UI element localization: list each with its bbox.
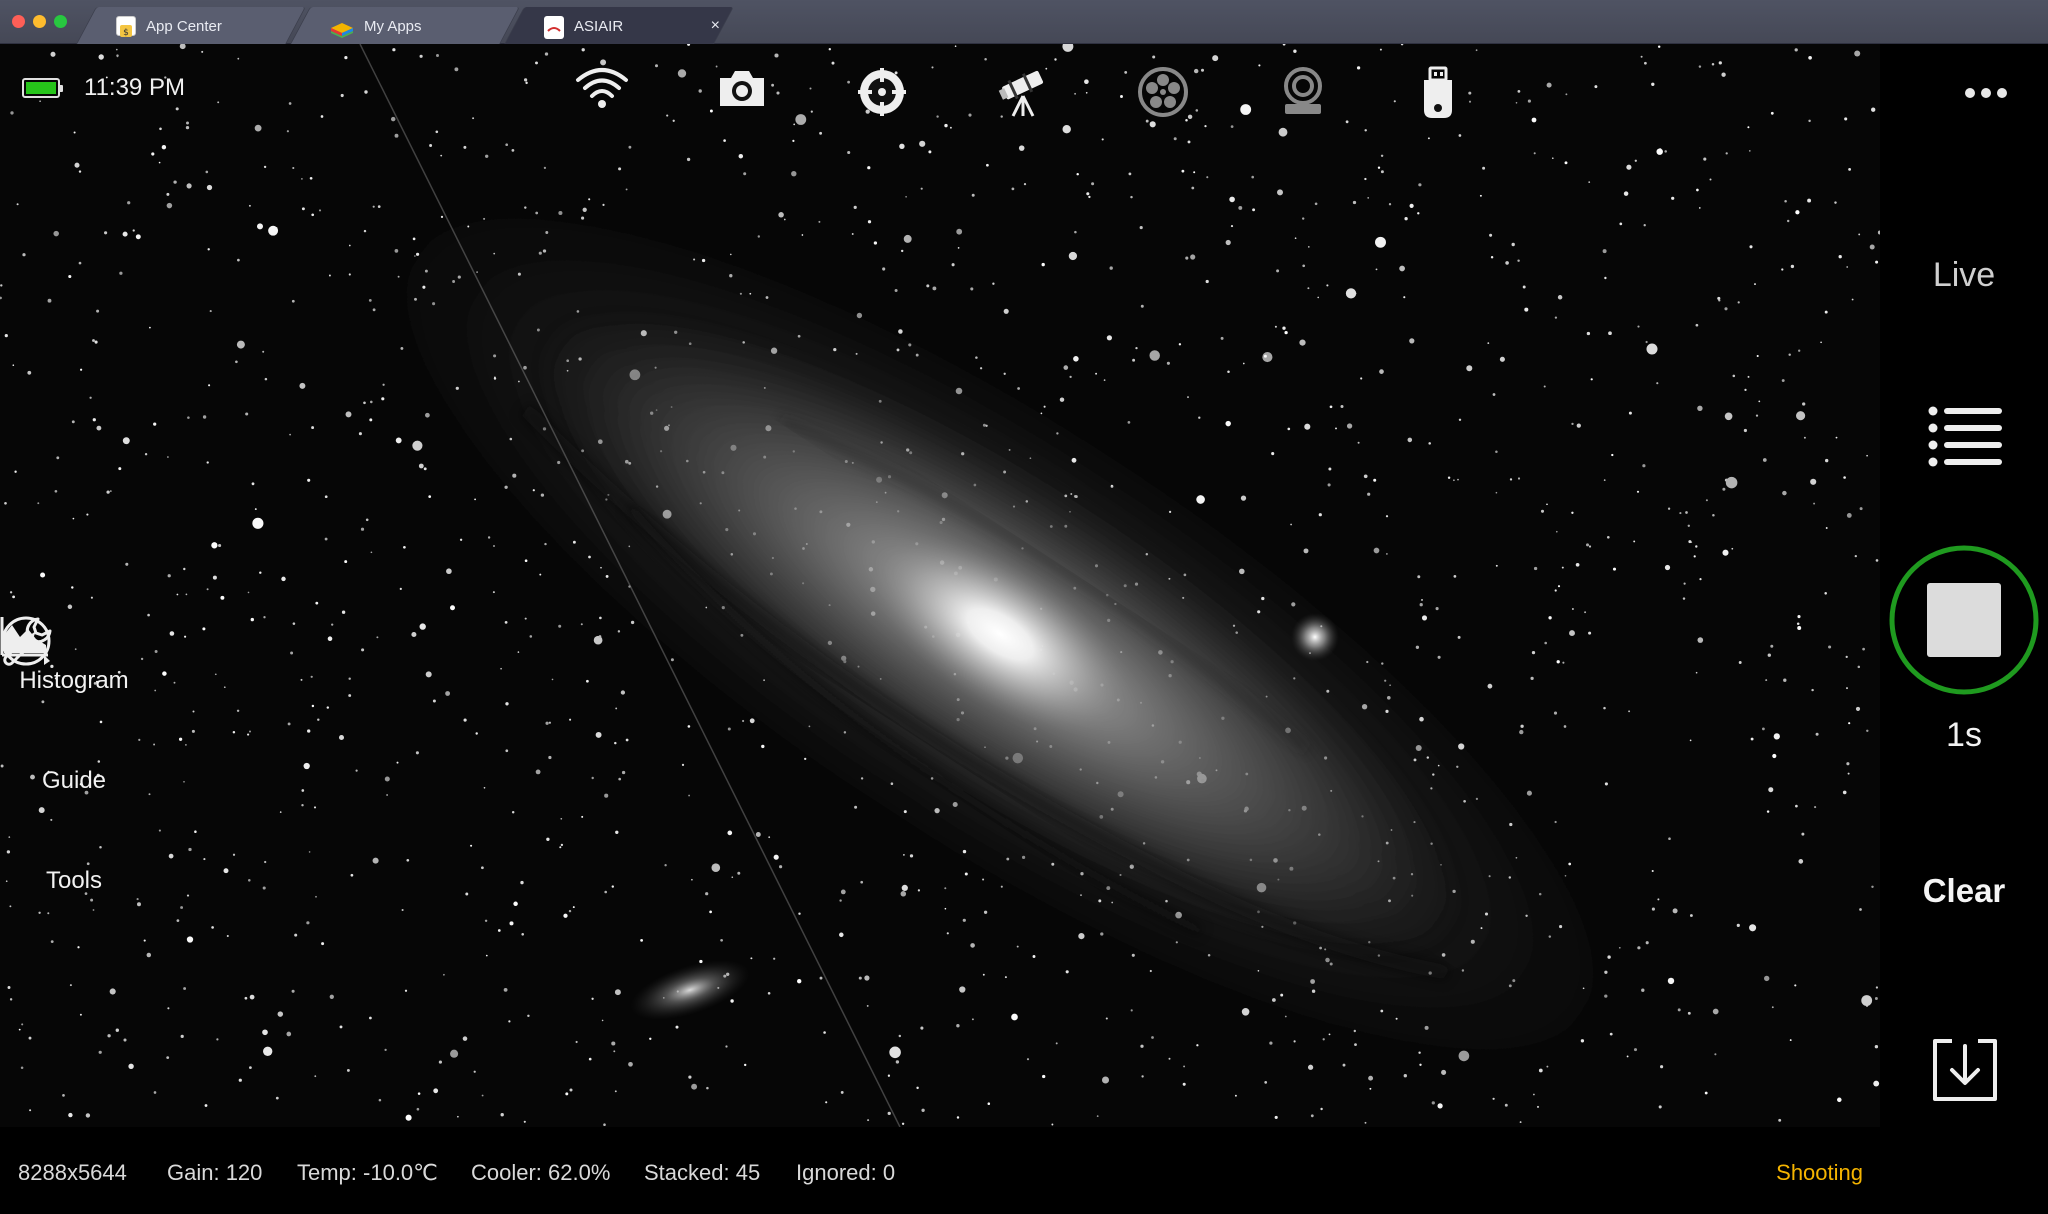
telescope-icon[interactable] (997, 66, 1053, 122)
cooler-value: Cooler: 62.0% (471, 1160, 611, 1185)
exposure-time[interactable]: 1s (1880, 716, 2048, 755)
left-toolbox: Histogram Guide Tools (0, 615, 148, 915)
stop-capture-button[interactable] (1889, 545, 2039, 695)
temperature-value: Temp: -10.0℃ (297, 1160, 438, 1185)
clock-time: 11:39 PM (84, 74, 185, 101)
histogram-label: Histogram (19, 667, 129, 694)
clear-button[interactable]: Clear (1880, 872, 2048, 910)
device-status: 11:39 PM (22, 74, 185, 102)
guide-button[interactable]: Guide (0, 616, 148, 795)
tools-label: Tools (45, 867, 103, 894)
image-preview[interactable]: 11:39 PM Histogram Guide Tools (0, 44, 1880, 1127)
battery-level (26, 82, 56, 94)
app-center-icon: $ (116, 16, 136, 38)
live-mode-button[interactable]: Live (1880, 256, 2048, 295)
stacked-count: Stacked: 45 (644, 1160, 761, 1185)
close-tab-button[interactable]: × (711, 7, 720, 44)
filter-wheel-icon[interactable] (1137, 66, 1193, 122)
tab-label: My Apps (364, 17, 422, 35)
tab-asiair[interactable]: ASIAIR × (514, 7, 724, 44)
more-options-icon[interactable] (1965, 88, 2007, 98)
wrench-icon (3, 617, 52, 666)
stop-square-icon (1927, 583, 2001, 657)
minimize-window-button[interactable] (33, 15, 46, 28)
wifi-icon[interactable] (575, 66, 631, 122)
svg-text:$: $ (123, 28, 129, 38)
zoom-window-button[interactable] (54, 15, 67, 28)
list-icon[interactable] (1928, 404, 2004, 473)
galaxy-image (0, 44, 1880, 1127)
tab-bar: $ App Center My Apps ASIAIR × (0, 0, 2048, 44)
guide-label: Guide (41, 767, 107, 794)
focuser-icon[interactable] (1277, 66, 1333, 122)
storage-icon[interactable] (1418, 66, 1474, 122)
close-window-button[interactable] (12, 15, 25, 28)
tab-label: App Center (146, 17, 222, 35)
my-apps-icon (330, 17, 354, 39)
download-icon[interactable] (1932, 1038, 1998, 1107)
info-bar: 8288x5644 Gain: 120 Temp: -10.0℃ Cooler:… (0, 1127, 1880, 1214)
asiair-icon (544, 16, 564, 40)
tab-my-apps[interactable]: My Apps (300, 7, 510, 44)
capture-status: Shooting (1776, 1160, 1863, 1185)
ignored-count: Ignored: 0 (796, 1160, 896, 1185)
asiair-window: $ App Center My Apps ASIAIR × 11:39 PM H… (0, 0, 2048, 1214)
capture-panel: Live 1s Clear (1880, 44, 2048, 1214)
battery-icon (22, 78, 63, 98)
tools-button[interactable]: Tools (0, 617, 148, 895)
tab-label: ASIAIR (574, 17, 624, 35)
gain-value: Gain: 120 (167, 1160, 263, 1185)
camera-icon[interactable] (716, 66, 772, 122)
tab-app-center[interactable]: $ App Center (86, 7, 296, 44)
image-resolution: 8288x5644 (18, 1160, 127, 1185)
guide-scope-icon[interactable] (856, 66, 912, 122)
